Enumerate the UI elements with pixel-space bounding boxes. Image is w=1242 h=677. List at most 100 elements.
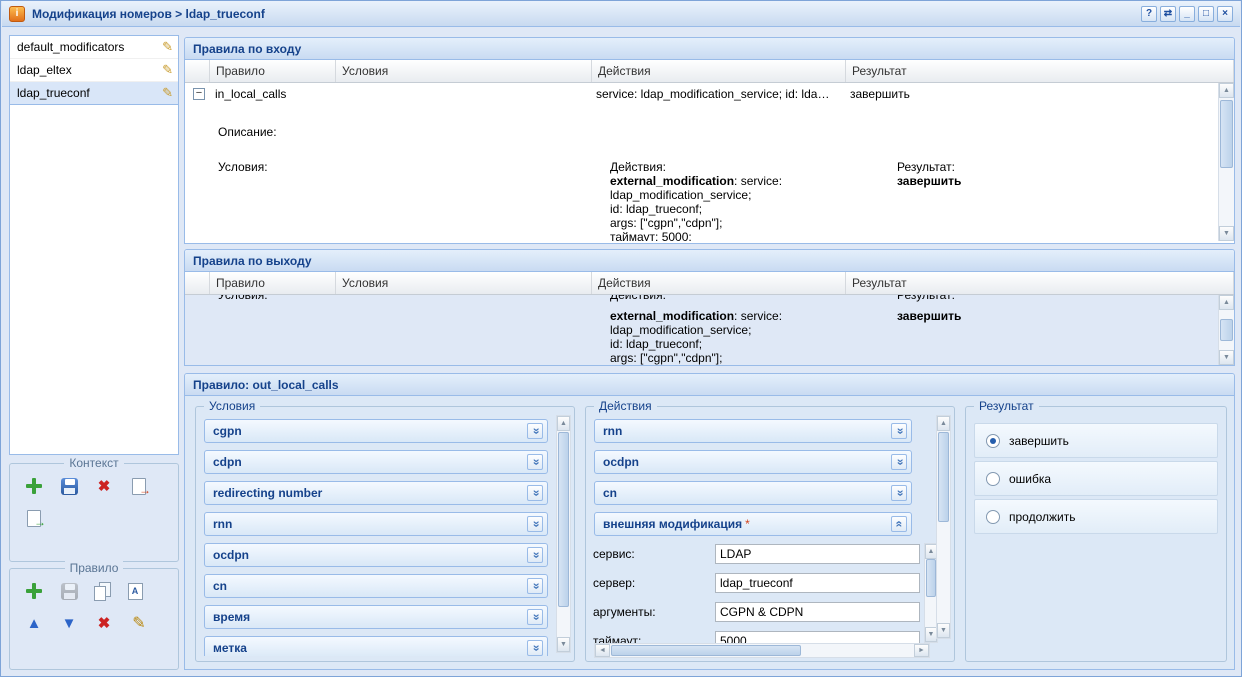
scroll-up-button[interactable]: ▲ — [1219, 295, 1234, 310]
server-input[interactable] — [715, 573, 920, 593]
scroll-down-button[interactable]: ▼ — [1219, 226, 1234, 241]
edit-icon[interactable]: ✎ — [162, 62, 173, 78]
expand-icon[interactable]: « — [527, 423, 543, 439]
import-context-button[interactable]: → — [24, 508, 44, 528]
conditions-scrollbar[interactable]: ▲ ▼ — [556, 415, 571, 653]
scroll-right-button[interactable]: ► — [914, 644, 929, 657]
expand-icon[interactable]: « — [527, 454, 543, 470]
collapse-icon[interactable]: « — [891, 516, 907, 532]
scroll-up-button[interactable]: ▲ — [557, 416, 570, 431]
close-button[interactable]: × — [1217, 6, 1233, 22]
column-header-actions[interactable]: Действия — [592, 60, 846, 82]
out-rules-panel-header: Правила по выходу — [185, 250, 1234, 272]
expand-icon[interactable]: « — [891, 485, 907, 501]
actions-scrollbar[interactable]: ▲ ▼ — [936, 415, 951, 639]
action-bar-ocdpn[interactable]: ocdpn « — [594, 450, 912, 474]
scrollbar-thumb[interactable] — [938, 432, 949, 522]
column-header-conditions[interactable]: Условия — [336, 272, 592, 294]
edit-icon[interactable]: ✎ — [162, 85, 173, 101]
column-header-result[interactable]: Результат — [846, 60, 1234, 82]
sidebar-item-ldap-eltex[interactable]: ldap_eltex ✎ — [10, 59, 178, 82]
export-context-button[interactable]: → — [129, 476, 149, 496]
rule-actions-summary-cell[interactable]: service: ldap_modification_service; id: … — [596, 87, 829, 101]
arguments-input[interactable] — [715, 602, 920, 622]
minimize-button[interactable]: _ — [1179, 6, 1195, 22]
action-bar-cn[interactable]: cn « — [594, 481, 912, 505]
edit-icon[interactable]: ✎ — [162, 39, 173, 55]
out-rules-scrollbar[interactable]: ▲ ▼ — [1218, 295, 1234, 365]
expand-icon[interactable]: « — [527, 640, 543, 656]
save-rule-button[interactable] — [59, 581, 79, 601]
radio-icon[interactable] — [986, 434, 1000, 448]
action-bar-external-modification[interactable]: внешняя модификация* « — [594, 512, 912, 536]
expand-icon[interactable]: « — [527, 485, 543, 501]
scroll-left-button[interactable]: ◄ — [595, 644, 610, 657]
radio-icon[interactable] — [986, 472, 1000, 486]
collapse-row-icon[interactable]: − — [193, 88, 205, 100]
rename-rule-button[interactable]: A — [125, 581, 145, 601]
expand-icon[interactable]: « — [527, 609, 543, 625]
scrollbar-thumb[interactable] — [558, 432, 569, 607]
expand-icon[interactable]: « — [527, 516, 543, 532]
scrollbar-thumb[interactable] — [1220, 100, 1233, 168]
add-context-button[interactable] — [24, 476, 44, 496]
expand-icon[interactable]: « — [527, 547, 543, 563]
save-context-button[interactable] — [59, 476, 79, 496]
condition-bar-cdpn[interactable]: cdpn « — [204, 450, 548, 474]
scrollbar-thumb[interactable] — [611, 645, 801, 656]
add-rule-button[interactable] — [24, 581, 44, 601]
conditions-label: Условия: — [218, 160, 268, 174]
condition-bar-cn[interactable]: cn « — [204, 574, 548, 598]
condition-bar-time[interactable]: время « — [204, 605, 548, 629]
scroll-down-button[interactable]: ▼ — [1219, 350, 1234, 365]
condition-label: метка — [213, 641, 247, 655]
condition-bar-cgpn[interactable]: cgpn « — [204, 419, 548, 443]
result-option-error[interactable]: ошибка — [974, 461, 1218, 496]
column-header-actions[interactable]: Действия — [592, 272, 846, 294]
column-header-result[interactable]: Результат — [846, 272, 1234, 294]
rule-name-cell[interactable]: in_local_calls — [215, 87, 286, 101]
arguments-label: аргументы: — [593, 605, 715, 619]
scroll-down-button[interactable]: ▼ — [557, 637, 570, 652]
sidebar-item-ldap-trueconf[interactable]: ldap_trueconf ✎ — [10, 82, 178, 105]
rule-result-cell[interactable]: завершить — [850, 87, 910, 101]
condition-bar-redirecting-number[interactable]: redirecting number « — [204, 481, 548, 505]
delete-context-button[interactable]: ✖ — [94, 476, 114, 496]
expand-icon[interactable]: « — [891, 454, 907, 470]
sidebar-item-default-modificators[interactable]: default_modificators ✎ — [10, 36, 178, 59]
condition-bar-ocdpn[interactable]: ocdpn « — [204, 543, 548, 567]
delete-rule-button[interactable]: ✖ — [94, 613, 114, 633]
move-up-button[interactable]: ▲ — [24, 613, 44, 633]
result-value: завершить — [897, 309, 961, 323]
disk-icon — [61, 478, 78, 495]
scrollbar-thumb[interactable] — [926, 559, 936, 597]
conditions-label: Условия: — [218, 295, 268, 302]
condition-bar-label[interactable]: метка « — [204, 636, 548, 656]
move-down-button[interactable]: ▼ — [59, 613, 79, 633]
action-bar-rnn[interactable]: rnn « — [594, 419, 912, 443]
expand-icon[interactable]: « — [527, 578, 543, 594]
actions-h-scrollbar[interactable]: ◄ ► — [594, 643, 930, 658]
column-header-rule[interactable]: Правило — [210, 272, 336, 294]
scroll-up-button[interactable]: ▲ — [1219, 83, 1234, 98]
refresh-button[interactable]: ⇄ — [1160, 6, 1176, 22]
condition-bar-rnn[interactable]: rnn « — [204, 512, 548, 536]
actions-fieldset: Действия rnn « ocdpn « cn « внешняя моди… — [585, 406, 955, 662]
in-rules-scrollbar[interactable]: ▲ ▼ — [1218, 83, 1234, 241]
radio-icon[interactable] — [986, 510, 1000, 524]
result-option-finish[interactable]: завершить — [974, 423, 1218, 458]
result-option-continue[interactable]: продолжить — [974, 499, 1218, 534]
expand-icon[interactable]: « — [891, 423, 907, 439]
in-rules-panel: Правила по входу Правило Условия Действи… — [184, 37, 1235, 244]
edit-rule-button[interactable]: ✎ — [129, 613, 149, 633]
copy-rule-button[interactable] — [94, 582, 110, 600]
page-icon: → — [27, 510, 41, 527]
maximize-button[interactable]: □ — [1198, 6, 1214, 22]
scrollbar-thumb[interactable] — [1220, 319, 1233, 341]
scroll-up-button[interactable]: ▲ — [937, 416, 950, 431]
column-header-conditions[interactable]: Условия — [336, 60, 592, 82]
column-header-rule[interactable]: Правило — [210, 60, 336, 82]
scroll-down-button[interactable]: ▼ — [937, 623, 950, 638]
help-button[interactable]: ? — [1141, 6, 1157, 22]
service-input[interactable] — [715, 544, 920, 564]
